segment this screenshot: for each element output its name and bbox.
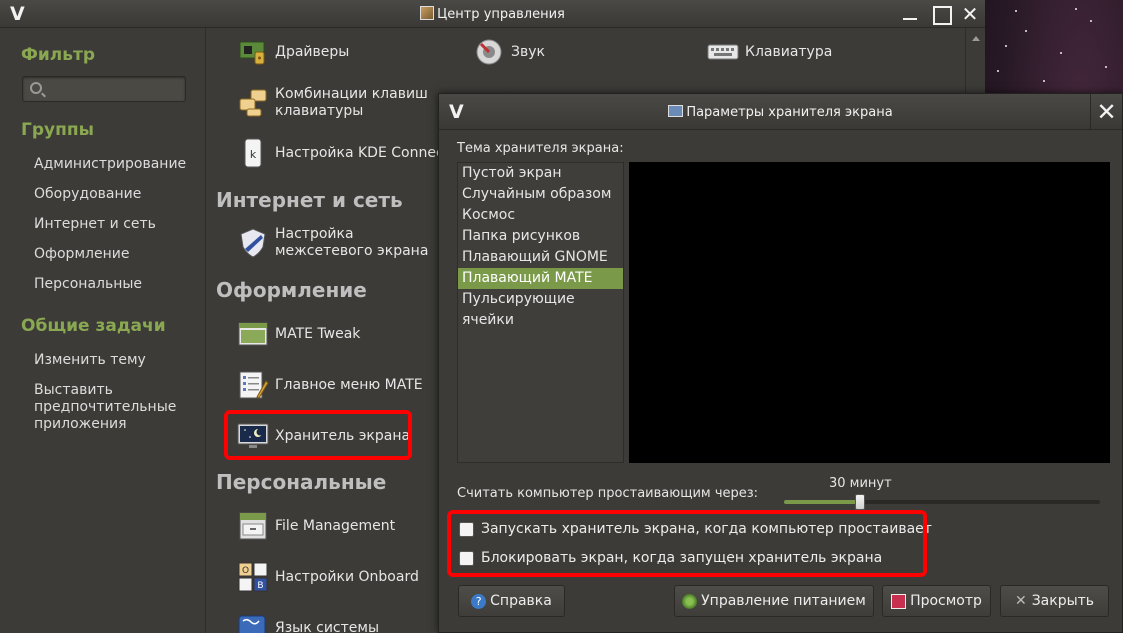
item-label: Звук <box>511 43 545 60</box>
window-titlebar[interactable]: V Центр управления ✕ <box>0 0 985 28</box>
sidebar-item-administration[interactable]: Администрирование <box>34 156 194 173</box>
category-appearance: Оформление <box>216 278 367 302</box>
screensaver-title-icon <box>668 105 684 117</box>
filter-heading: Фильтр <box>21 45 95 65</box>
theme-item[interactable]: Пульсирующие ячейки <box>458 289 623 328</box>
slider-fill <box>784 500 860 504</box>
power-icon <box>682 593 698 609</box>
item-label: Настройки Onboard <box>275 568 419 585</box>
control-center-icon <box>420 6 435 20</box>
theme-item[interactable]: Плавающий GNOME <box>458 247 623 268</box>
item-file-management[interactable]: File Management <box>237 510 395 542</box>
mate-tweak-icon <box>238 322 268 346</box>
file-cabinet-icon <box>239 512 267 540</box>
firewall-shield-icon <box>240 228 266 258</box>
sidebar-item-hardware[interactable]: Оборудование <box>34 186 194 203</box>
item-onboard[interactable]: OB Настройки Onboard <box>237 561 419 593</box>
idle-time-value: 30 минут <box>829 476 892 491</box>
item-mate-tweak[interactable]: MATE Tweak <box>237 318 360 350</box>
screensaver-highlight-box <box>224 410 412 460</box>
preview-icon <box>891 593 907 609</box>
driver-chip-icon <box>239 41 265 65</box>
item-label: Клавиатура <box>745 43 833 60</box>
item-label: Настройка KDE Connect <box>275 144 450 161</box>
close-button[interactable]: ✕ <box>959 3 981 25</box>
slider-handle[interactable] <box>854 494 865 510</box>
item-label: Настройка межсетевого экрана <box>275 226 429 259</box>
theme-item[interactable]: Случайным образом <box>458 184 623 205</box>
theme-item[interactable]: Космос <box>458 205 623 226</box>
keyboard-icon <box>707 44 739 60</box>
item-label: Главное меню MATE <box>275 376 423 393</box>
dialog-titlebar[interactable]: V Параметры хранителя экрана ✕ <box>439 94 1122 130</box>
scroll-up-arrow-icon[interactable] <box>972 36 980 41</box>
sidebar: Фильтр Группы Администрирование Оборудов… <box>0 28 206 633</box>
idle-time-label: Считать компьютер простаивающим через: <box>457 486 759 501</box>
category-personal: Персональные <box>216 470 387 494</box>
item-label: File Management <box>275 517 396 534</box>
screensaver-preview <box>629 162 1110 463</box>
sidebar-item-internet[interactable]: Интернет и сеть <box>34 216 194 233</box>
item-label: Драйверы <box>275 43 350 60</box>
item-keyboard-shortcuts[interactable]: Комбинации клавиш клавиатуры <box>237 86 445 120</box>
groups-heading: Группы <box>21 120 94 140</box>
language-icon <box>238 615 266 633</box>
item-language[interactable]: Язык системы <box>237 612 379 633</box>
screensaver-dialog: V Параметры хранителя экрана ✕ Тема хран… <box>438 93 1123 633</box>
item-label: Комбинации клавиш клавиатуры <box>275 86 428 119</box>
item-kde-connect[interactable]: k Настройка KDE Connect <box>237 137 449 169</box>
maximize-button[interactable] <box>930 3 952 25</box>
task-change-theme[interactable]: Изменить тему <box>34 352 194 369</box>
close-icon: ✕ <box>1014 593 1027 609</box>
checkbox-highlight-box <box>447 510 927 577</box>
category-internet: Интернет и сеть <box>216 188 403 212</box>
kde-connect-icon: k <box>244 138 262 168</box>
minimize-button[interactable] <box>899 3 921 25</box>
sidebar-item-personal[interactable]: Персональные <box>34 276 194 293</box>
search-icon <box>30 82 42 94</box>
power-management-button[interactable]: Управление питанием <box>674 585 874 617</box>
close-dialog-button[interactable]: ✕ Закрыть <box>1000 585 1109 617</box>
main-menu-icon <box>239 371 269 399</box>
sound-icon <box>476 39 502 65</box>
item-firewall[interactable]: Настройка межсетевого экрана <box>237 226 445 260</box>
onboard-keys-icon: OB <box>238 562 268 592</box>
tasks-heading: Общие задачи <box>21 316 166 336</box>
theme-list[interactable]: Пустой экран Случайным образом Космос Па… <box>457 162 624 463</box>
item-keyboard[interactable]: Клавиатура <box>707 36 832 68</box>
keyboard-shortcuts-icon <box>239 89 267 117</box>
item-label: Язык системы <box>275 619 380 633</box>
idle-time-slider[interactable] <box>784 494 1100 510</box>
item-main-menu[interactable]: Главное меню MATE <box>237 369 423 401</box>
search-input[interactable] <box>22 76 186 102</box>
svg-text:k: k <box>250 148 257 161</box>
svg-text:B: B <box>257 581 263 591</box>
dialog-close-button[interactable]: ✕ <box>1090 94 1122 130</box>
item-label: MATE Tweak <box>275 325 361 342</box>
theme-list-label: Тема хранителя экрана: <box>457 141 624 156</box>
item-drivers[interactable]: Драйверы <box>237 36 349 68</box>
sidebar-item-appearance[interactable]: Оформление <box>34 246 194 263</box>
help-icon: ? <box>471 593 487 609</box>
window-title: Центр управления <box>0 6 985 22</box>
svg-text:O: O <box>242 566 249 576</box>
item-sound[interactable]: Звук <box>473 36 545 68</box>
preview-button[interactable]: Просмотр <box>882 585 991 617</box>
task-preferred-apps[interactable]: Выставить предпочтительные приложения <box>34 382 194 433</box>
dialog-title: Параметры хранителя экрана <box>439 105 1122 120</box>
theme-item[interactable]: Пустой экран <box>458 163 623 184</box>
help-button[interactable]: ? Справка <box>458 585 565 617</box>
theme-item-selected[interactable]: Плавающий MATE <box>458 268 623 289</box>
theme-item[interactable]: Папка рисунков <box>458 226 623 247</box>
